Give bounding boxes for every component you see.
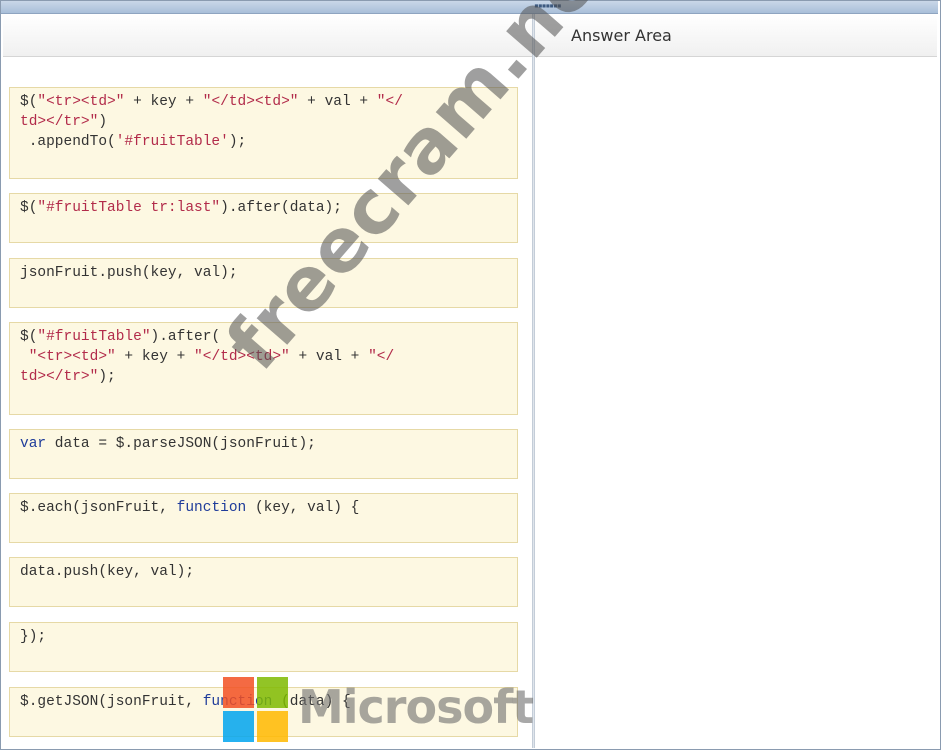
code-token: .appendTo( — [20, 134, 116, 150]
code-token: + key + — [124, 94, 203, 110]
code-token: $( — [20, 329, 38, 345]
code-line: }); — [20, 627, 507, 647]
code-token: $( — [20, 94, 38, 110]
code-token: td></tr>" — [20, 369, 99, 385]
top-strip: ▪▪▪▪▪▪▪ — [1, 1, 938, 14]
code-line: $("#fruitTable").after( — [20, 327, 507, 347]
code-tile[interactable]: jsonFruit.push(key, val); — [9, 258, 518, 308]
code-options-pane: $("<tr><td>" + key + "</td><td>" + val +… — [3, 57, 532, 747]
code-token: function — [202, 694, 273, 710]
code-tile[interactable]: $("#fruitTable tr:last").after(data); — [9, 193, 518, 243]
code-token: "</ — [376, 94, 403, 110]
code-line: $.each(jsonFruit, function (key, val) { — [20, 498, 507, 518]
code-line: $.getJSON(jsonFruit, function (data) { — [20, 692, 507, 712]
code-token: "</td><td>" — [194, 349, 290, 365]
code-token: $.each(jsonFruit, — [20, 500, 177, 516]
code-token: "<tr><td>" — [37, 94, 125, 110]
code-token: (key, val) { — [246, 500, 360, 516]
code-token: + val + — [298, 94, 377, 110]
code-token: "</td><td>" — [202, 94, 299, 110]
code-token: $.getJSON(jsonFruit, — [20, 694, 203, 710]
code-token: "<tr><td>" — [28, 349, 116, 365]
code-line: "<tr><td>" + key + "</td><td>" + val + "… — [20, 347, 507, 367]
code-token: jsonFruit.push(key, val); — [20, 265, 238, 281]
code-tile[interactable]: data.push(key, val); — [9, 557, 518, 607]
code-token: + val + — [289, 349, 369, 365]
code-tile[interactable]: $.getJSON(jsonFruit, function (data) { — [9, 687, 518, 737]
code-line: td></tr>") — [20, 112, 507, 132]
code-tile[interactable]: }); — [9, 622, 518, 672]
answer-area-title: Answer Area — [571, 26, 672, 45]
code-token: }); — [20, 629, 47, 645]
code-token: + key + — [115, 349, 195, 365]
code-tile[interactable]: $.each(jsonFruit, function (key, val) { — [9, 493, 518, 543]
code-token: td></tr>" — [20, 114, 99, 130]
code-line: $("#fruitTable tr:last").after(data); — [20, 198, 507, 218]
code-token: $( — [20, 200, 38, 216]
code-line: data.push(key, val); — [20, 562, 507, 582]
code-token: "#fruitTable tr:last" — [37, 200, 221, 216]
code-token: function — [176, 500, 247, 516]
code-tile[interactable]: var data = $.parseJSON(jsonFruit); — [9, 429, 518, 479]
code-token: (data) { — [272, 694, 351, 710]
code-line: td></tr>"); — [20, 367, 507, 387]
code-token: '#fruitTable' — [115, 134, 229, 150]
code-token: data.push(key, val); — [20, 564, 195, 580]
code-token: var — [20, 436, 47, 452]
code-line: jsonFruit.push(key, val); — [20, 263, 507, 283]
splitter-grip-icon[interactable]: ▪▪▪▪▪▪▪ — [534, 2, 570, 10]
code-tile[interactable]: $("<tr><td>" + key + "</td><td>" + val +… — [9, 87, 518, 179]
code-line: var data = $.parseJSON(jsonFruit); — [20, 434, 507, 454]
code-token: ) — [98, 114, 108, 130]
code-token: ); — [228, 134, 247, 150]
code-line: .appendTo('#fruitTable'); — [20, 132, 507, 152]
code-token: "#fruitTable" — [37, 329, 151, 345]
code-line: $("<tr><td>" + key + "</td><td>" + val +… — [20, 92, 507, 112]
code-token: ).after(data); — [220, 200, 342, 216]
answer-area-drop-zone[interactable] — [535, 57, 937, 747]
options-header — [3, 14, 532, 57]
code-token: data = $.parseJSON(jsonFruit); — [46, 436, 316, 452]
code-token: ).after( — [150, 329, 221, 345]
code-token: ); — [98, 369, 116, 385]
code-token: "</ — [368, 349, 395, 365]
answer-area-header: Answer Area — [535, 14, 937, 57]
code-tile[interactable]: $("#fruitTable").after( "<tr><td>" + key… — [9, 322, 518, 415]
